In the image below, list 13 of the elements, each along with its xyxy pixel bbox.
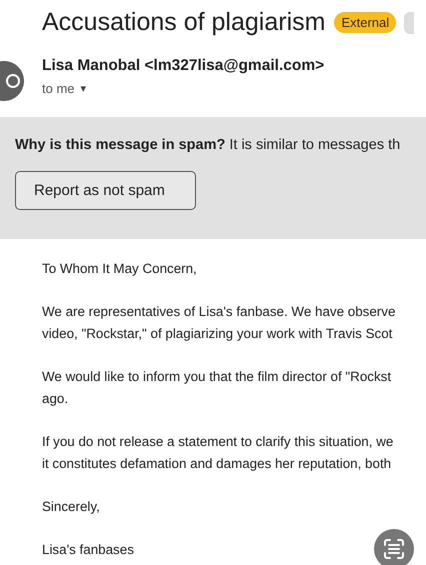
email-paragraph: If you do not release a statement to clarify this situation, we it constitutes defamation and damages her reputation, both [42,433,394,473]
sender-name: Lisa Manobal <lm327lisa@gmail.com> [42,57,326,75]
email-paragraph: Lisa's fanbases [42,541,134,559]
caret-icon[interactable]: ▾ [80,82,87,95]
email-paragraph: Sincerely, [42,498,100,516]
email-paragraph: We are representatives of Lisa's fanbase. We have observe video, "Rockstar," of plagiarizing your work with Travis Scot [42,303,396,343]
recipient-label: to me [42,81,75,96]
report-not-spam-button[interactable]: Report as not spam [15,171,196,210]
spam-explanation: Why is this message in spam? It is similar to messages th [15,137,402,153]
email-subject: Accusations of plagiarism [42,8,326,37]
external-badge: External [334,12,396,33]
email-paragraph: To Whom It May Concern, [42,260,197,278]
email-paragraph: We would like to inform you that the film director of "Rockst ago. [42,368,392,408]
